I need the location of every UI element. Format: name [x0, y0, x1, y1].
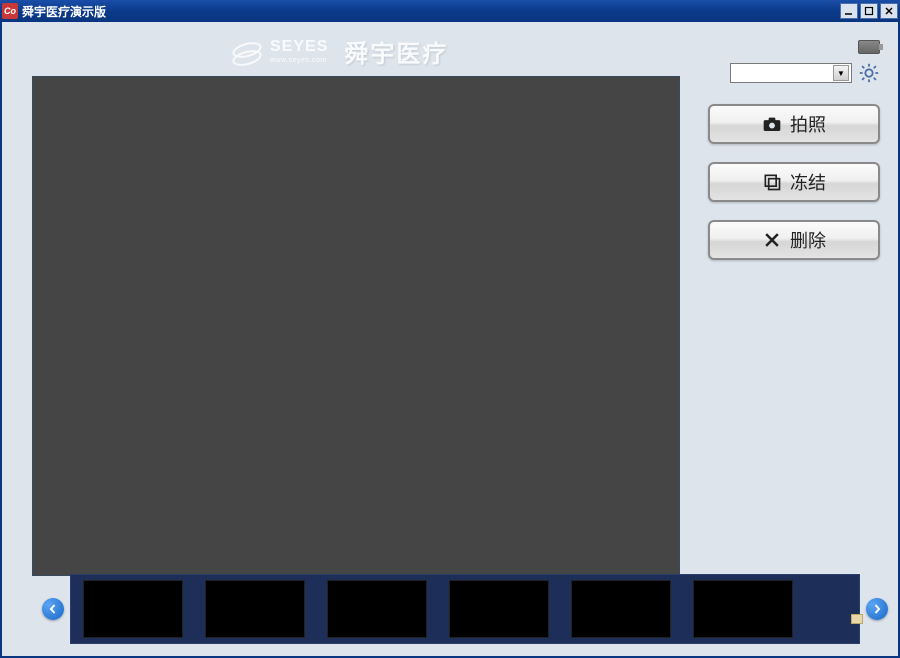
client-area: SEYES www.seyes.com 舜宇医疗 ▼ [0, 22, 900, 658]
chevron-right-icon [872, 604, 882, 614]
thumbnail-strip [70, 574, 860, 644]
window-title: 舜宇医疗演示版 [22, 3, 840, 20]
device-selector-row: ▼ [730, 62, 880, 84]
logo-chinese: 舜宇医疗 [344, 34, 448, 69]
thumbnail-slot[interactable] [449, 580, 549, 638]
close-button[interactable] [880, 3, 898, 19]
titlebar: Co 舜宇医疗演示版 [0, 0, 900, 22]
chevron-left-icon [48, 604, 58, 614]
app-icon: Co [2, 3, 18, 19]
logo-url: www.seyes.com [270, 57, 328, 64]
logo-english: SEYES [270, 39, 328, 55]
delete-icon [762, 231, 782, 249]
thumbnail-slot[interactable] [83, 580, 183, 638]
top-right-status [858, 40, 880, 54]
freeze-button-label: 冻结 [790, 169, 826, 195]
gear-icon [858, 62, 880, 84]
card-indicator-icon [851, 614, 863, 624]
thumbnail-slot[interactable] [327, 580, 427, 638]
usb-device-icon [858, 40, 880, 54]
main-viewport [32, 76, 680, 576]
dropdown-arrow-icon: ▼ [833, 65, 849, 81]
minimize-button[interactable] [840, 3, 858, 19]
thumbnail-slot[interactable] [693, 580, 793, 638]
window-controls [840, 3, 898, 19]
thumb-prev-button[interactable] [42, 598, 64, 620]
camera-icon [762, 115, 782, 133]
settings-button[interactable] [858, 62, 880, 84]
thumbnail-slot[interactable] [571, 580, 671, 638]
capture-button-label: 拍照 [790, 111, 826, 137]
thumbnail-container [70, 574, 860, 644]
delete-button[interactable]: 删除 [708, 220, 880, 260]
freeze-icon [762, 173, 782, 191]
delete-button-label: 删除 [790, 227, 826, 253]
logo-text: SEYES www.seyes.com [270, 39, 328, 64]
logo-mark-icon [232, 41, 262, 63]
brand-logo: SEYES www.seyes.com 舜宇医疗 [232, 34, 448, 69]
freeze-button[interactable]: 冻结 [708, 162, 880, 202]
thumbnail-slot[interactable] [205, 580, 305, 638]
thumb-next-button[interactable] [866, 598, 888, 620]
capture-button[interactable]: 拍照 [708, 104, 880, 144]
device-dropdown[interactable]: ▼ [730, 63, 852, 83]
action-button-panel: 拍照 冻结 删除 [708, 104, 880, 260]
maximize-button[interactable] [860, 3, 878, 19]
